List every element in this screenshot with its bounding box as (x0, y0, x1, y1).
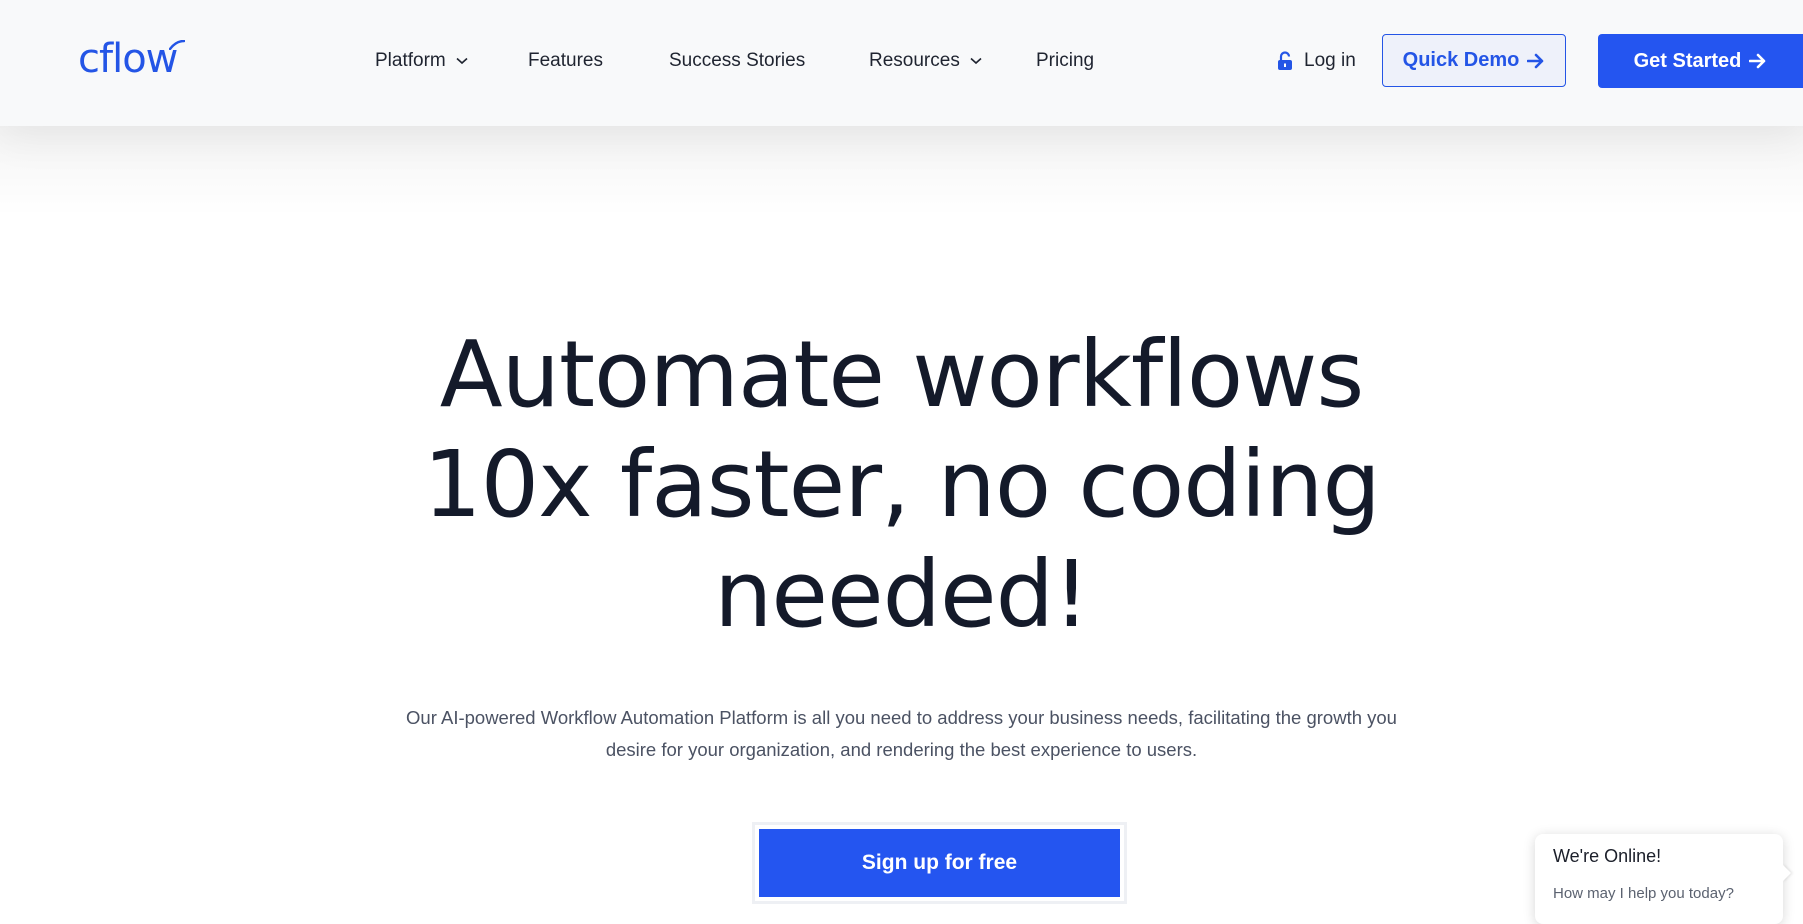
logo-text: cflow (78, 36, 178, 82)
cflow-logo[interactable]: cflow (78, 34, 186, 84)
login-link[interactable]: Log in (1276, 44, 1356, 78)
chevron-down-icon (456, 57, 468, 65)
nav-item-pricing[interactable]: Pricing (1036, 44, 1094, 78)
hero-subtitle: Our AI-powered Workflow Automation Platf… (406, 707, 1397, 760)
lock-open-icon (1276, 51, 1294, 71)
signup-button-frame: Sign up for free (752, 822, 1127, 904)
hero-title-line: 10x faster, no coding (423, 431, 1381, 538)
nav-item-success-stories[interactable]: Success Stories (669, 44, 805, 78)
nav-label-success-stories: Success Stories (669, 50, 806, 71)
arrow-right-icon (1749, 53, 1767, 69)
nav-label-platform: Platform (375, 50, 446, 71)
chat-message: How may I help you today? (1553, 885, 1734, 902)
header-shadow (0, 126, 1803, 216)
logo-swoosh-icon (169, 40, 186, 50)
hero-title: Automate workflows 10x faster, no coding… (0, 320, 1803, 650)
chat-bubble-tail (1782, 864, 1791, 882)
signup-free-button[interactable]: Sign up for free (759, 829, 1120, 897)
get-started-label: Get Started (1633, 49, 1742, 72)
arrow-right-icon (1527, 53, 1545, 69)
hero-title-line: needed! (714, 541, 1090, 648)
nav-label-pricing: Pricing (1036, 50, 1095, 71)
top-navigation-bar: cflow Platform Features Success Stories … (0, 0, 1803, 126)
nav-label-features: Features (528, 50, 603, 71)
get-started-button[interactable]: Get Started (1598, 34, 1803, 88)
chat-widget-bubble[interactable]: We're Online! How may I help you today? (1535, 834, 1791, 924)
chevron-down-icon (970, 57, 982, 65)
nav-item-platform[interactable]: Platform (375, 44, 468, 78)
login-label: Log in (1304, 50, 1356, 71)
quick-demo-button[interactable]: Quick Demo (1382, 34, 1566, 87)
hero-title-line: Automate workflows (439, 321, 1365, 428)
nav-item-features[interactable]: Features (528, 44, 603, 78)
quick-demo-label: Quick Demo (1402, 49, 1520, 71)
nav-item-resources[interactable]: Resources (869, 44, 982, 78)
nav-label-resources: Resources (869, 50, 960, 71)
signup-label: Sign up for free (861, 851, 1018, 874)
chat-title: We're Online! (1553, 846, 1662, 866)
